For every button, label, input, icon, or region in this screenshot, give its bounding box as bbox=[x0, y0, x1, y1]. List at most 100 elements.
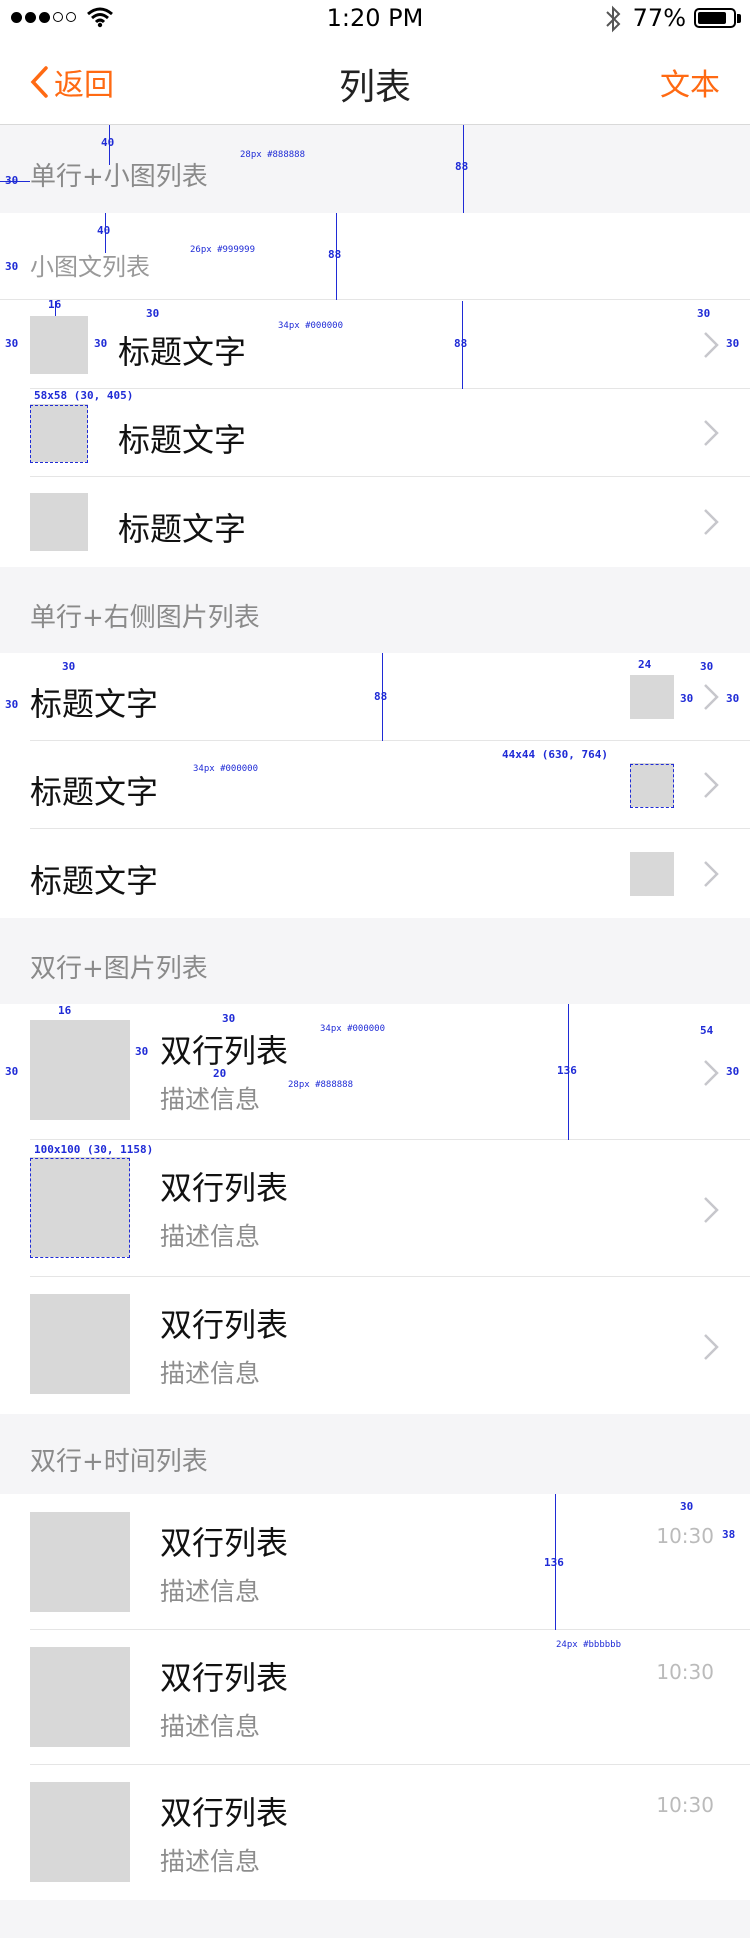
measure-label: 30 bbox=[5, 260, 19, 273]
item-title: 标题文字 bbox=[118, 510, 247, 548]
measure-label: 16 bbox=[48, 298, 62, 311]
measure-label: 30 bbox=[5, 337, 19, 350]
list-item[interactable]: 标题文字 bbox=[0, 389, 750, 477]
thumbnail-image bbox=[30, 1020, 130, 1120]
measure-label: 30 bbox=[680, 1500, 694, 1513]
measure-label: 40 bbox=[101, 136, 115, 149]
thumbnail-image bbox=[30, 316, 88, 374]
measure-label: 16 bbox=[58, 1004, 72, 1017]
item-title: 标题文字 bbox=[30, 685, 159, 723]
item-description: 描述信息 bbox=[160, 1085, 261, 1114]
measure-label: 88 bbox=[374, 690, 388, 703]
chevron-right-icon bbox=[704, 509, 719, 535]
spec-label: 34px #000000 bbox=[278, 321, 344, 331]
thumbnail-image bbox=[30, 1782, 130, 1882]
measure-label: 30 bbox=[62, 660, 76, 673]
list-item[interactable]: 标题文字 bbox=[0, 478, 750, 566]
page-title: 列表 bbox=[338, 67, 411, 108]
item-description: 描述信息 bbox=[160, 1712, 261, 1741]
item-time: 10:30 bbox=[656, 1793, 714, 1817]
measure-label: 24 bbox=[638, 658, 652, 671]
section-header-two-line-time: 双行+时间列表 bbox=[0, 1414, 750, 1494]
chevron-right-icon bbox=[704, 1060, 719, 1086]
thumbnail-image bbox=[30, 1512, 130, 1612]
measure-label: 30 bbox=[700, 660, 714, 673]
measure-label: 88 bbox=[455, 160, 469, 173]
chevron-right-icon bbox=[704, 420, 719, 446]
measure-label: 136 bbox=[544, 1556, 564, 1569]
nav-right-text-button[interactable]: 文本 bbox=[660, 60, 720, 104]
size-label: 44x44 (630, 764) bbox=[502, 748, 608, 761]
measure-label: 30 bbox=[94, 337, 108, 350]
status-bar: 1:20 PM 77% bbox=[0, 0, 750, 40]
navigation-bar: 返回 列表 文本 bbox=[0, 40, 750, 125]
measure-label: 88 bbox=[454, 337, 468, 350]
measure-label: 20 bbox=[213, 1067, 227, 1080]
item-title: 标题文字 bbox=[30, 862, 159, 900]
spec-label: 28px #888888 bbox=[288, 1080, 354, 1090]
item-title: 双行列表 bbox=[160, 1032, 289, 1070]
thumbnail-image bbox=[30, 493, 88, 551]
spec-label: 28px #888888 bbox=[240, 150, 306, 160]
item-title: 双行列表 bbox=[160, 1659, 289, 1697]
item-description: 描述信息 bbox=[160, 1222, 261, 1251]
list-item[interactable]: 双行列表 描述信息 10:30 bbox=[0, 1494, 750, 1630]
measure-label: 40 bbox=[97, 224, 111, 237]
measure-label: 30 bbox=[726, 337, 740, 350]
spec-label: 24px #bbbbbb bbox=[556, 1640, 622, 1650]
spec-label: 34px #000000 bbox=[193, 764, 259, 774]
thumbnail-image bbox=[30, 1647, 130, 1747]
spec-label: 26px #999999 bbox=[190, 245, 256, 255]
measure-label: 88 bbox=[328, 248, 342, 261]
list-item[interactable]: 标题文字 bbox=[0, 830, 750, 918]
chevron-right-icon bbox=[704, 684, 719, 710]
item-title: 双行列表 bbox=[160, 1524, 289, 1562]
measure-label: 38 bbox=[722, 1528, 736, 1541]
item-title: 双行列表 bbox=[160, 1306, 289, 1344]
measure-label: 30 bbox=[222, 1012, 236, 1025]
list-item[interactable]: 标题文字 bbox=[0, 301, 750, 389]
item-title: 标题文字 bbox=[118, 333, 247, 371]
item-title: 双行列表 bbox=[160, 1169, 289, 1207]
chevron-right-icon bbox=[704, 1197, 719, 1223]
list-item[interactable]: 双行列表 描述信息 10:30 bbox=[0, 1630, 750, 1765]
item-title: 双行列表 bbox=[160, 1794, 289, 1832]
thumbnail-image bbox=[30, 1294, 130, 1394]
chevron-right-icon bbox=[704, 1334, 719, 1360]
measure-label: 30 bbox=[726, 1065, 740, 1078]
measure-label: 30 bbox=[5, 698, 19, 711]
chevron-right-icon bbox=[704, 772, 719, 798]
measure-box bbox=[30, 1158, 130, 1258]
item-description: 描述信息 bbox=[160, 1847, 261, 1876]
measure-label: 30 bbox=[5, 174, 19, 187]
chevron-right-icon bbox=[704, 861, 719, 887]
section-header-two-line-image: 双行+图片列表 bbox=[0, 918, 750, 1004]
item-title: 标题文字 bbox=[30, 773, 159, 811]
subheader-label: 小图文列表 bbox=[30, 253, 150, 281]
measure-label: 30 bbox=[680, 692, 694, 705]
item-title: 标题文字 bbox=[118, 421, 247, 459]
list-item[interactable]: 双行列表 描述信息 bbox=[0, 1278, 750, 1414]
subheader-small-image-text: 小图文列表 bbox=[0, 213, 750, 300]
battery-icon bbox=[694, 8, 736, 28]
measure-label: 54 bbox=[700, 1024, 714, 1037]
size-label: 100x100 (30, 1158) bbox=[34, 1143, 154, 1156]
item-time: 10:30 bbox=[656, 1524, 714, 1548]
list-item[interactable]: 双行列表 描述信息 10:30 bbox=[0, 1765, 750, 1900]
right-thumbnail-image bbox=[630, 675, 674, 719]
right-thumbnail-image bbox=[630, 852, 674, 896]
bottom-spacer bbox=[0, 1900, 750, 1938]
bluetooth-icon bbox=[606, 5, 621, 33]
item-time: 10:30 bbox=[656, 1660, 714, 1684]
measure-label: 30 bbox=[135, 1045, 149, 1058]
measure-label: 30 bbox=[726, 692, 740, 705]
item-description: 描述信息 bbox=[160, 1359, 261, 1388]
section-header-right-image: 单行+右侧图片列表 bbox=[0, 567, 750, 653]
measure-box bbox=[30, 405, 88, 463]
measure-label: 136 bbox=[557, 1064, 577, 1077]
battery-percentage: 77% bbox=[632, 4, 686, 32]
measure-label: 30 bbox=[5, 1065, 19, 1078]
item-description: 描述信息 bbox=[160, 1577, 261, 1606]
size-label: 58x58 (30, 405) bbox=[34, 389, 134, 402]
measure-label: 30 bbox=[146, 307, 160, 320]
